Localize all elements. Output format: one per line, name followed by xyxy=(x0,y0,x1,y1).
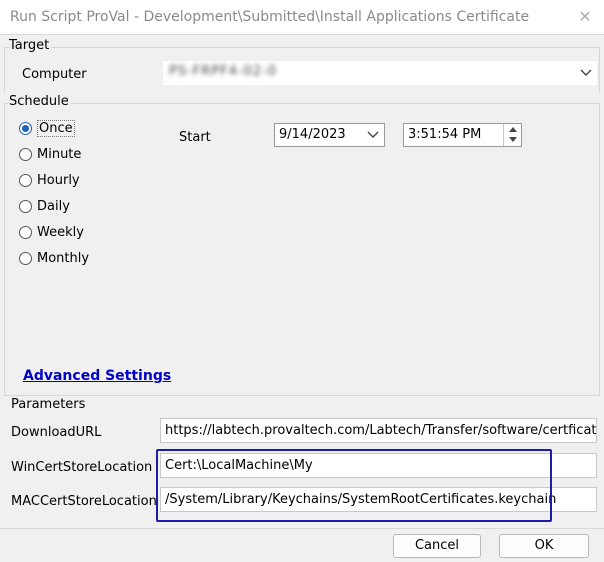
radio-once-label: Once xyxy=(37,119,75,137)
radio-monthly-label: Monthly xyxy=(37,250,90,266)
param-label-downloadurl: DownloadURL xyxy=(11,425,102,440)
radio-minute[interactable]: Minute xyxy=(19,144,81,164)
highlight-box xyxy=(156,449,552,522)
target-group-left-border xyxy=(4,47,5,93)
parameters-group-label: Parameters xyxy=(11,397,88,412)
chevron-down-icon[interactable] xyxy=(366,128,380,142)
chevron-down-icon[interactable] xyxy=(579,66,593,80)
spin-down-icon[interactable] xyxy=(504,134,521,144)
target-group-right-border xyxy=(599,47,600,93)
radio-monthly-indicator[interactable] xyxy=(19,251,32,265)
computer-value: PS-FRPF4-02-0 xyxy=(169,64,278,79)
time-spinner[interactable] xyxy=(503,124,521,146)
schedule-group-bottom-border xyxy=(4,395,600,396)
start-time-value: 3:51:54 PM xyxy=(408,127,482,142)
close-button[interactable]: ✕ xyxy=(566,0,604,34)
window-title: Run Script ProVal - Development\Submitte… xyxy=(10,9,530,25)
title-bar: Run Script ProVal - Development\Submitte… xyxy=(0,0,604,35)
close-icon: ✕ xyxy=(578,7,592,26)
radio-minute-indicator[interactable] xyxy=(19,147,32,161)
radio-monthly[interactable]: Monthly xyxy=(19,248,89,268)
radio-hourly[interactable]: Hourly xyxy=(19,170,80,190)
radio-minute-label: Minute xyxy=(37,146,82,162)
start-date-value: 9/14/2023 xyxy=(279,127,346,142)
radio-weekly[interactable]: Weekly xyxy=(19,222,84,242)
start-time-picker[interactable]: 3:51:54 PM xyxy=(403,123,522,147)
radio-daily-label: Daily xyxy=(37,198,70,214)
schedule-group-left-border xyxy=(4,103,5,395)
radio-weekly-indicator[interactable] xyxy=(19,225,32,239)
param-field-downloadurl[interactable]: https://labtech.provaltech.com/Labtech/T… xyxy=(160,418,597,443)
radio-daily-indicator[interactable] xyxy=(19,199,32,213)
radio-hourly-label: Hourly xyxy=(37,172,80,188)
computer-label: Computer xyxy=(22,67,87,82)
radio-daily[interactable]: Daily xyxy=(19,196,70,216)
radio-once[interactable]: Once xyxy=(19,118,75,138)
schedule-group-right-border xyxy=(599,103,600,395)
radio-hourly-indicator[interactable] xyxy=(19,173,32,187)
start-label: Start xyxy=(179,130,211,145)
start-date-picker[interactable]: 9/14/2023 xyxy=(274,123,385,147)
radio-once-indicator[interactable] xyxy=(19,121,32,135)
footer-divider xyxy=(0,528,604,529)
schedule-group-border xyxy=(4,103,600,104)
radio-weekly-label: Weekly xyxy=(37,224,84,240)
param-label-wincertstorelocation: WinCertStoreLocation xyxy=(11,460,153,475)
ok-button[interactable]: OK xyxy=(499,534,589,558)
advanced-settings-link[interactable]: Advanced Settings xyxy=(23,368,171,384)
target-group-border xyxy=(4,47,600,48)
param-label-maccertstorelocation: MACCertStoreLocation xyxy=(11,494,157,509)
target-group-label: Target xyxy=(9,38,52,53)
cancel-button[interactable]: Cancel xyxy=(393,534,481,558)
schedule-group-label: Schedule xyxy=(9,94,71,109)
computer-combobox[interactable]: PS-FRPF4-02-0 xyxy=(163,61,597,85)
spin-up-icon[interactable] xyxy=(504,124,521,134)
